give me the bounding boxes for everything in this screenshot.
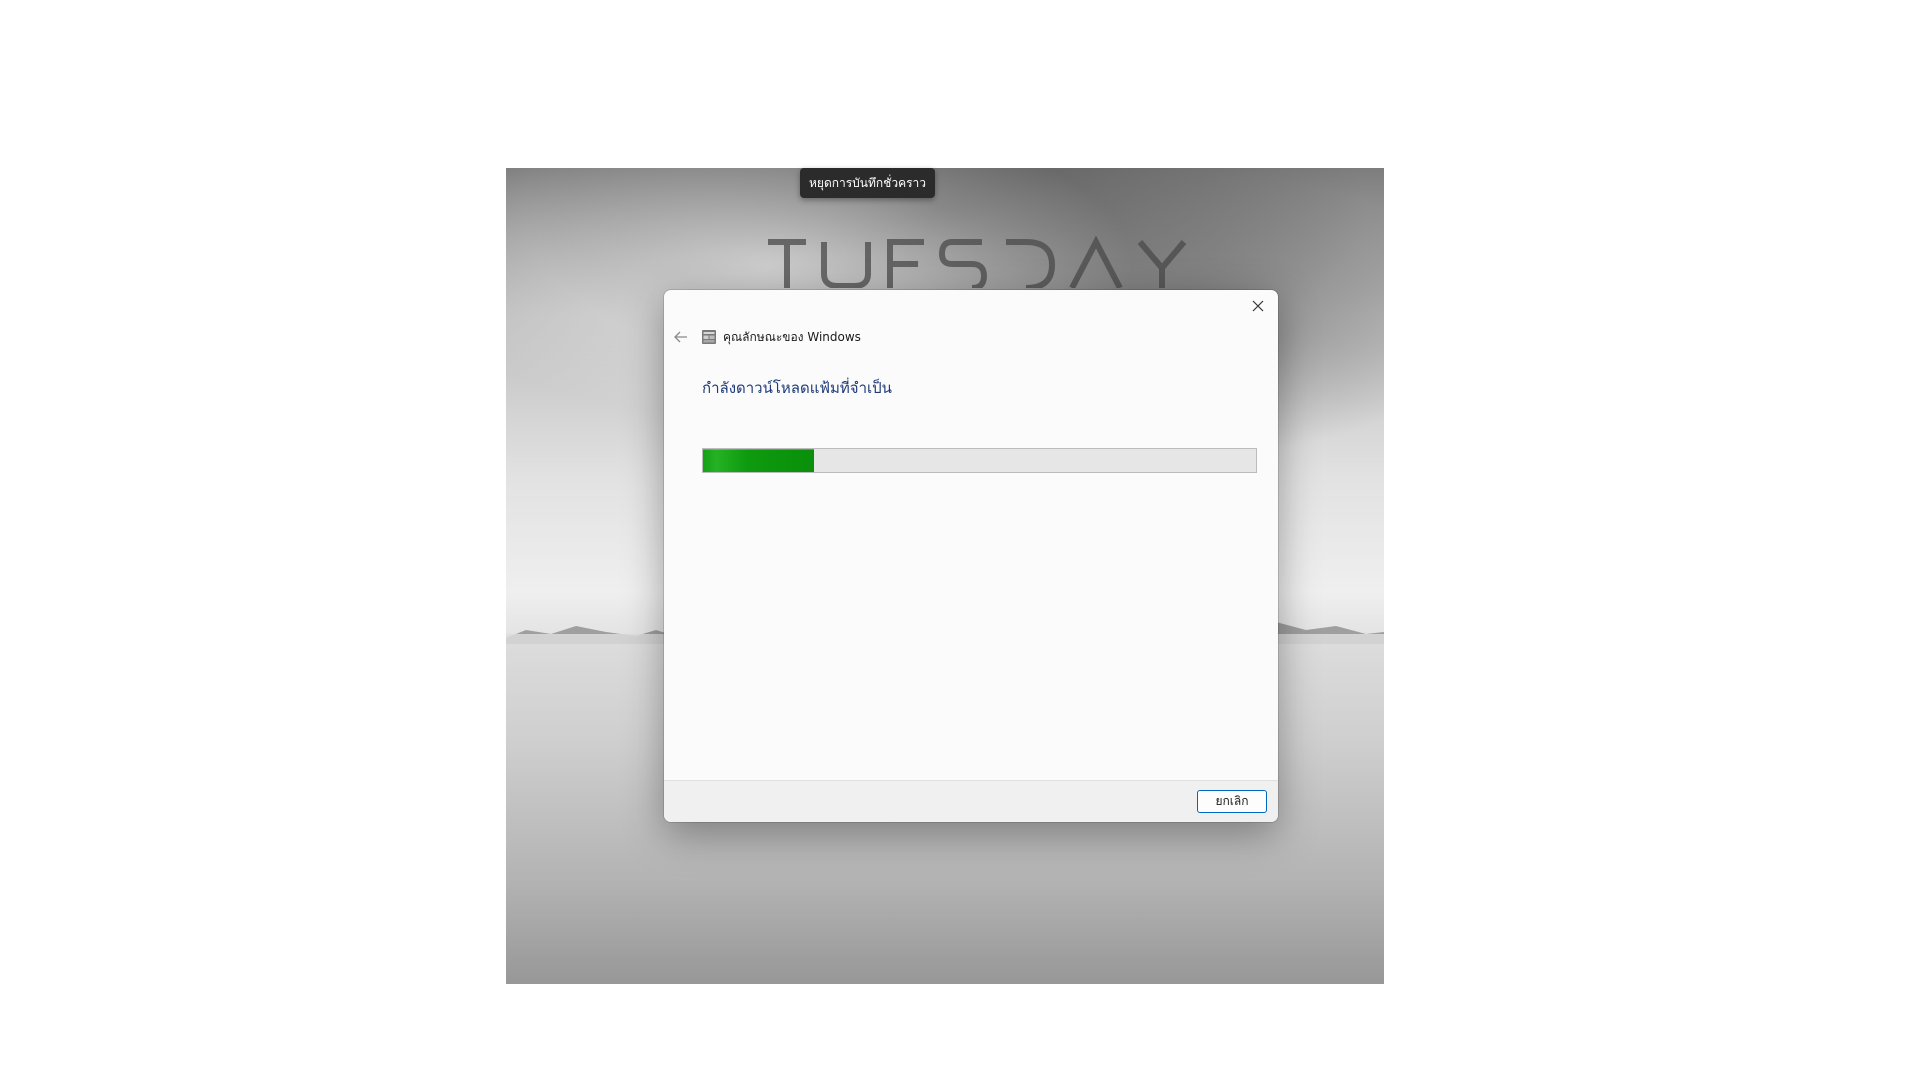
close-button[interactable]	[1244, 294, 1272, 318]
recording-tooltip: หยุดการบันทึกชั่วคราว	[800, 168, 936, 198]
download-progress-fill	[703, 449, 814, 472]
windows-features-icon	[702, 330, 716, 344]
back-button[interactable]	[670, 326, 692, 348]
wallpaper-logo	[768, 235, 1187, 288]
close-icon	[1252, 300, 1264, 312]
back-arrow-icon	[674, 331, 687, 343]
dialog-footer: ยกเลิก	[664, 780, 1278, 822]
cancel-button[interactable]: ยกเลิก	[1197, 790, 1267, 813]
download-progress-bar	[702, 448, 1257, 473]
windows-features-dialog: คุณลักษณะของ Windows กำลังดาวน์โหลดแฟ้มท…	[664, 290, 1278, 822]
dialog-heading: กำลังดาวน์โหลดแฟ้มที่จำเป็น	[702, 379, 892, 397]
dialog-nav-row: คุณลักษณะของ Windows	[670, 326, 861, 348]
screen: หยุดการบันทึกชั่วคราว คุณลักษณะของ Windo…	[0, 0, 1920, 1080]
dialog-title: คุณลักษณะของ Windows	[723, 329, 861, 344]
